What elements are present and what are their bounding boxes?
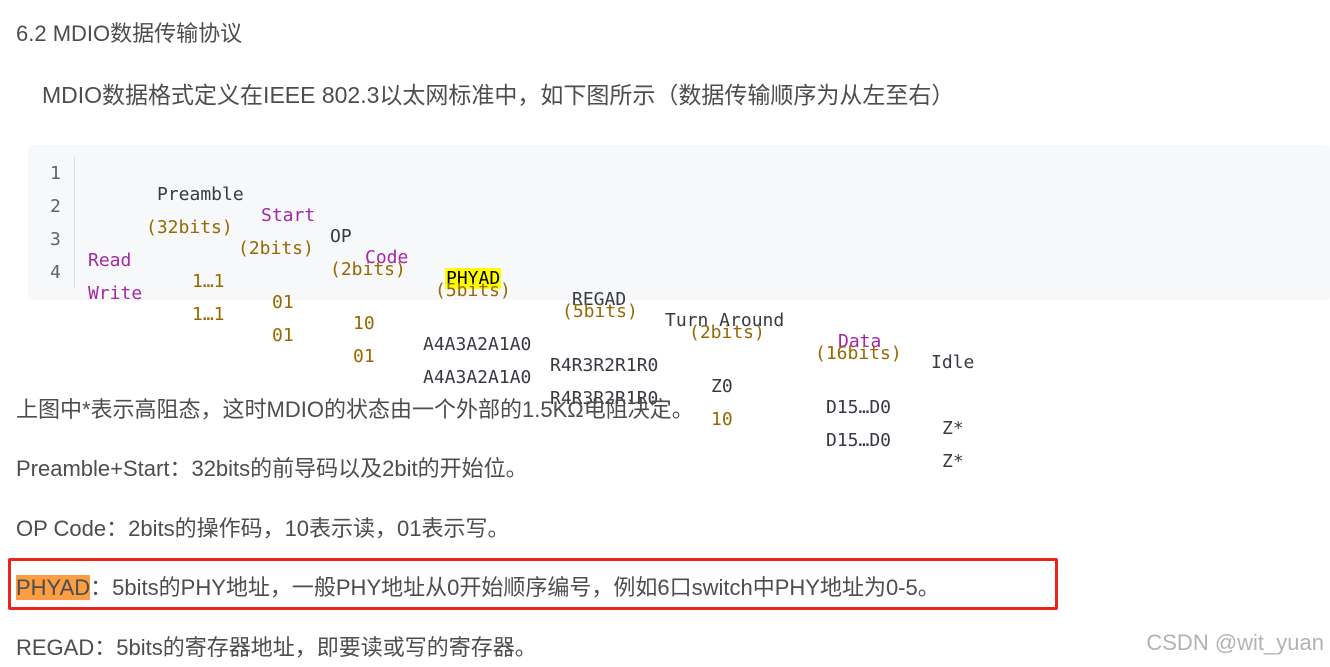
row-op: 10 [353, 313, 375, 334]
header-idle: Idle [931, 352, 975, 373]
row-turn-around: 10 [711, 409, 733, 430]
row-op: 01 [353, 346, 375, 367]
row-preamble: 1…1 [192, 304, 225, 325]
row-idle: Z* [942, 451, 964, 472]
header-preamble: Preamble [157, 184, 244, 205]
row-idle: Z* [942, 418, 964, 439]
bits-regad: (5bits) [562, 301, 638, 322]
row-phyad: A4A3A2A1A0 [423, 334, 532, 355]
header-start: Start [261, 205, 316, 226]
watermark: CSDN @wit_yuan [1146, 630, 1324, 655]
note-op-code: OP Code：2bits的操作码，10表示读，01表示写。 [16, 516, 510, 541]
row-start: 01 [272, 325, 294, 346]
bits-phyad: (5bits) [435, 280, 511, 301]
row-name: Write [88, 283, 143, 304]
note-phyad: PHYAD：5bits的PHY地址，一般PHY地址从0开始顺序编号，例如6口sw… [16, 570, 940, 602]
note-preamble-start: Preamble+Start：32bits的前导码以及2bit的开始位。 [16, 456, 528, 481]
bits-preamble: (32bits) [146, 217, 233, 238]
row-turn-around: Z0 [711, 376, 733, 397]
bits-turn-around: (2bits) [689, 322, 765, 343]
row-data: D15…D0 [826, 430, 892, 451]
section-heading: 6.2 MDIO数据传输协议 [16, 21, 243, 46]
row-preamble: 1…1 [192, 271, 225, 292]
note-regad: REGAD：5bits的寄存器地址，即要读或写的寄存器。 [16, 635, 537, 660]
note-high-impedance: 上图中*表示高阻态，这时MDIO的状态由一个外部的1.5KΩ电阻决定。 [16, 397, 694, 422]
intro-paragraph: MDIO数据格式定义在IEEE 802.3以太网标准中，如下图所示（数据传输顺序… [42, 82, 955, 108]
bits-op: (2bits) [330, 259, 406, 280]
row-data: D15…D0 [826, 397, 892, 418]
row-name: Read [88, 250, 132, 271]
page: { "heading": "6.2 MDIO数据传输协议", "intro": … [0, 0, 1330, 667]
bits-start: (2bits) [238, 238, 314, 259]
row-phyad: A4A3A2A1A0 [423, 367, 532, 388]
code-block: 1 2 3 4 Preamble Start OP Code PHYAD REG… [28, 145, 1330, 472]
phyad-marked-term: PHYAD [16, 575, 91, 600]
row-regad: R4R3R2R1R0 [550, 355, 659, 376]
bits-data: (16bits) [815, 343, 902, 364]
header-op: OP [330, 226, 352, 247]
row-start: 01 [272, 292, 294, 313]
phyad-description: ：5bits的PHY地址，一般PHY地址从0开始顺序编号，例如6口switch中… [90, 575, 940, 600]
